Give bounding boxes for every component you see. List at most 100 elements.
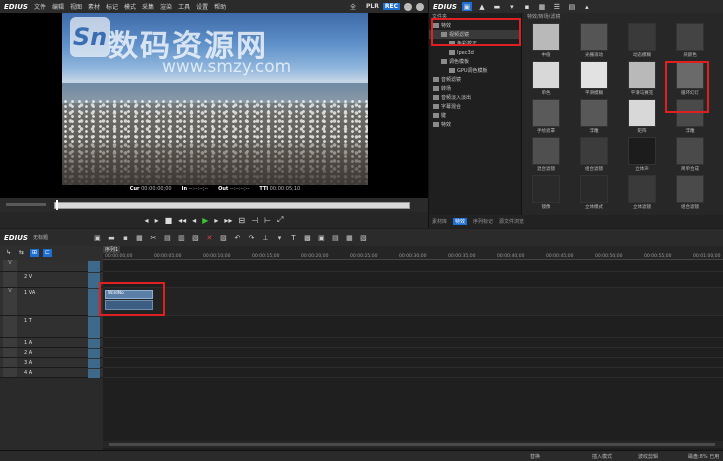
effect-tile[interactable]: [580, 23, 608, 51]
track-header[interactable]: V 1 VA: [0, 288, 103, 316]
play-button[interactable]: ▶: [202, 216, 208, 225]
up-icon[interactable]: ▲: [477, 2, 487, 11]
tree-item[interactable]: 特效: [429, 21, 521, 30]
track-header[interactable]: 2 V: [0, 272, 103, 288]
effect-tile[interactable]: [628, 137, 656, 165]
effect-tile[interactable]: [676, 23, 704, 51]
effect-tile[interactable]: [580, 137, 608, 165]
minimize-icon[interactable]: [404, 2, 412, 11]
tools-icon[interactable]: ▾: [507, 2, 517, 11]
track-header[interactable]: 1 T: [0, 316, 103, 338]
redo-icon[interactable]: ↷: [247, 234, 256, 242]
set-out-button[interactable]: ▸: [155, 216, 159, 225]
render-icon[interactable]: ▣: [317, 234, 326, 242]
tab-effects[interactable]: 特效: [453, 218, 468, 225]
video-clip[interactable]: WildNo: [105, 290, 153, 299]
menu-render[interactable]: 渲染: [160, 2, 172, 11]
effect-tile[interactable]: [532, 99, 560, 127]
tree-item[interactable]: 视频滤镜: [429, 30, 521, 39]
track-header[interactable]: 3 A: [0, 358, 103, 368]
delete-ripple-icon[interactable]: ▨: [219, 234, 228, 242]
scrollbar-thumb[interactable]: [109, 443, 715, 446]
track-sync-switch[interactable]: [88, 289, 100, 316]
track-lanes[interactable]: WildNo: [99, 260, 723, 450]
track-header[interactable]: 4 A: [0, 368, 103, 378]
track-sync-switch[interactable]: [88, 273, 100, 288]
plr-label[interactable]: PLR: [366, 3, 379, 10]
tab-source-browser[interactable]: 源文件浏览: [499, 218, 524, 225]
list-view-icon[interactable]: ☰: [552, 2, 562, 11]
menu-tools[interactable]: 工具: [178, 2, 190, 11]
marker-icon[interactable]: ▾: [275, 234, 284, 242]
expand-icon[interactable]: ↳: [4, 249, 13, 257]
menu-icon[interactable]: ▤: [567, 2, 577, 11]
tree-item[interactable]: 字幕混合: [429, 102, 521, 111]
sequence-tab[interactable]: 序列1: [103, 246, 121, 253]
effect-tile[interactable]: [628, 99, 656, 127]
track-side-label[interactable]: [3, 338, 17, 347]
cut-icon[interactable]: ✂: [149, 234, 158, 242]
menu-settings[interactable]: 设置: [196, 2, 208, 11]
prev-edit-button[interactable]: ⊣: [251, 216, 258, 225]
audio-clip[interactable]: [105, 300, 153, 310]
gear-icon[interactable]: [416, 2, 424, 11]
lane-2v[interactable]: [103, 272, 723, 288]
effect-tile[interactable]: [532, 23, 560, 51]
copy-icon[interactable]: ▤: [163, 234, 172, 242]
delete-icon[interactable]: ✕: [205, 234, 214, 242]
track-side-label[interactable]: [3, 316, 17, 337]
set-in-button[interactable]: ◂: [145, 216, 149, 225]
scrub-track[interactable]: [54, 202, 410, 209]
prev-frame-button[interactable]: ◂: [192, 216, 196, 225]
stop-button[interactable]: ■: [165, 216, 173, 225]
tree-item[interactable]: 调色模板: [429, 57, 521, 66]
rec-button[interactable]: REC: [382, 3, 400, 10]
loop-button[interactable]: ⊟: [238, 216, 245, 225]
status-ripple[interactable]: 波纹剪辑: [638, 453, 658, 460]
effect-tile[interactable]: [676, 175, 704, 203]
tree-item[interactable]: Ipec3d: [429, 48, 521, 57]
lane-v[interactable]: [103, 260, 723, 272]
effect-tile[interactable]: [580, 61, 608, 89]
track-header[interactable]: 2 A: [0, 348, 103, 358]
next-frame-button[interactable]: ▸: [214, 216, 218, 225]
track-side-label[interactable]: [3, 348, 17, 357]
replace-icon[interactable]: ▧: [191, 234, 200, 242]
effect-tile[interactable]: [628, 23, 656, 51]
menu-view[interactable]: 视图: [70, 2, 82, 11]
new-seq-icon[interactable]: ▣: [93, 234, 102, 242]
title-icon[interactable]: T: [289, 234, 298, 242]
track-sync-switch[interactable]: [88, 369, 100, 378]
lane-4a[interactable]: [103, 368, 723, 378]
lane-2a[interactable]: [103, 348, 723, 358]
tree-item[interactable]: 音频淡入淡出: [429, 93, 521, 102]
fast-forward-button[interactable]: ▸▸: [224, 216, 232, 225]
track-side-label[interactable]: [3, 368, 17, 377]
tree-item[interactable]: 音频滤镜: [429, 75, 521, 84]
grid-view-icon[interactable]: ▦: [537, 2, 547, 11]
track-side-label[interactable]: V: [3, 288, 17, 315]
lock-icon[interactable]: ▴: [582, 2, 592, 11]
tree-item[interactable]: GPU调色模板: [429, 66, 521, 75]
all-dropdown[interactable]: 全: [350, 2, 356, 11]
lane-3a[interactable]: [103, 358, 723, 368]
effect-tile[interactable]: [580, 99, 608, 127]
tab-bin[interactable]: 素材库: [432, 218, 447, 225]
menu-clip[interactable]: 素材: [88, 2, 100, 11]
effect-tile[interactable]: [628, 61, 656, 89]
track-sync-switch[interactable]: [88, 349, 100, 358]
lane-1t[interactable]: [103, 316, 723, 338]
track-side-label[interactable]: [3, 272, 17, 287]
effect-tile[interactable]: [532, 137, 560, 165]
effect-tile[interactable]: [532, 175, 560, 203]
menu-file[interactable]: 文件: [34, 2, 46, 11]
menu-marker[interactable]: 标记: [106, 2, 118, 11]
undo-icon[interactable]: ↶: [233, 234, 242, 242]
rewind-button[interactable]: ◂◂: [178, 216, 186, 225]
snapshot-icon[interactable]: ▧: [359, 234, 368, 242]
tree-item[interactable]: 色彩校正: [429, 39, 521, 48]
new-folder-icon[interactable]: ▬: [492, 2, 502, 11]
menu-edit[interactable]: 编辑: [52, 2, 64, 11]
export-button[interactable]: ⤢: [277, 215, 283, 225]
tree-item[interactable]: 键: [429, 111, 521, 120]
